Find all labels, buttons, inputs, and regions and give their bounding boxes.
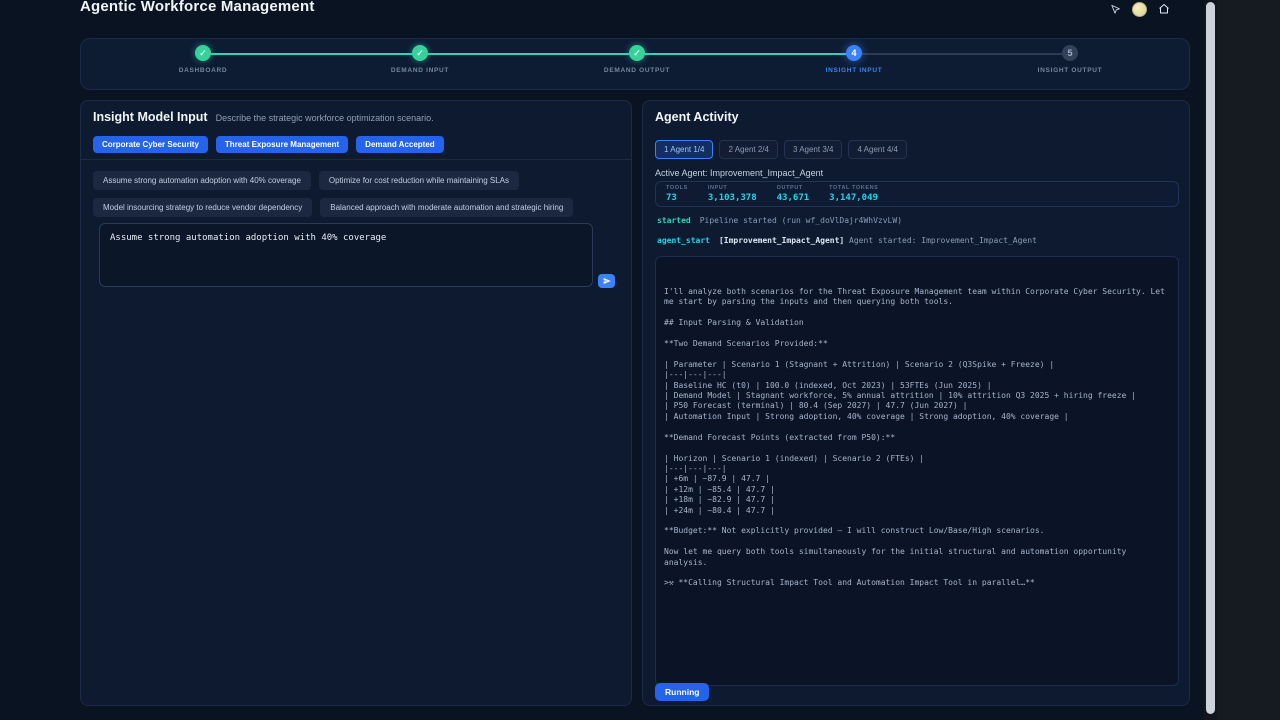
step-label: INSIGHT INPUT bbox=[825, 67, 883, 74]
step-check-icon: ✓ bbox=[629, 45, 645, 61]
tab-agent-3[interactable]: 3 Agent 3/4 bbox=[783, 140, 843, 159]
stat-label: TOOLS bbox=[666, 185, 688, 191]
page-title: Agentic Workforce Management bbox=[80, 0, 315, 15]
header-actions bbox=[1110, 0, 1170, 18]
event-type: agent_start bbox=[657, 236, 710, 245]
stepper-step-dashboard[interactable]: ✓ DASHBOARD bbox=[143, 45, 263, 75]
step-label: DEMAND INPUT bbox=[390, 67, 450, 74]
step-check-icon: ✓ bbox=[412, 45, 428, 61]
stat-total-tokens: TOTAL TOKENS 3,147,049 bbox=[829, 185, 878, 203]
scenario-input[interactable]: Assume strong automation adoption with 4… bbox=[99, 223, 593, 287]
step-check-icon: ✓ bbox=[195, 45, 211, 61]
suggestion-chip[interactable]: Model insourcing strategy to reduce vend… bbox=[93, 198, 313, 217]
stepper-progress-line bbox=[203, 53, 854, 55]
token-stats: TOOLS 73 INPUT 3,103,378 OUTPUT 43,671 T… bbox=[655, 181, 1179, 207]
home-icon[interactable] bbox=[1158, 3, 1170, 15]
event-agent-name: [Improvement_Impact_Agent] bbox=[718, 236, 845, 245]
suggestion-chip[interactable]: Balanced approach with moderate automati… bbox=[320, 198, 574, 217]
tab-agent-4[interactable]: 4 Agent 4/4 bbox=[848, 140, 907, 159]
stepper-step-insight-output[interactable]: 5 INSIGHT OUTPUT bbox=[1010, 45, 1130, 75]
suggestion-chip[interactable]: Assume strong automation adoption with 4… bbox=[93, 171, 311, 190]
scrollbar-thumb[interactable] bbox=[1206, 2, 1215, 714]
stepper-step-demand-input[interactable]: ✓ DEMAND INPUT bbox=[360, 45, 480, 75]
event-list: started Pipeline started (run wf_doVlDaj… bbox=[657, 216, 1177, 256]
pointer-icon[interactable] bbox=[1110, 4, 1121, 15]
context-pill-team[interactable]: Threat Exposure Management bbox=[215, 136, 349, 153]
panel-subtitle: Describe the strategic workforce optimiz… bbox=[215, 113, 434, 123]
stat-value: 3,147,049 bbox=[829, 193, 878, 203]
stat-output: OUTPUT 43,671 bbox=[777, 185, 810, 203]
agent-tabs: 1 Agent 1/4 2 Agent 2/4 3 Agent 3/4 4 Ag… bbox=[655, 140, 907, 159]
event-type: started bbox=[657, 216, 691, 225]
stat-value: 43,671 bbox=[776, 193, 810, 203]
status-badge-running: Running bbox=[655, 683, 710, 701]
step-label: DASHBOARD bbox=[178, 67, 228, 74]
insight-model-input-panel: Insight Model Input Describe the strateg… bbox=[80, 100, 632, 706]
desktop-margin bbox=[1217, 0, 1280, 720]
tab-agent-2[interactable]: 2 Agent 2/4 bbox=[719, 140, 778, 159]
step-label: INSIGHT OUTPUT bbox=[1037, 67, 1103, 74]
workflow-stepper: ✓ DASHBOARD ✓ DEMAND INPUT ✓ DEMAND OUTP… bbox=[80, 38, 1190, 90]
scrollbar[interactable] bbox=[1204, 0, 1217, 720]
event-message: Pipeline started (run wf_doVlDajr4WhVzvL… bbox=[699, 216, 903, 225]
stat-input: INPUT 3,103,378 bbox=[708, 185, 757, 203]
agent-log[interactable]: I'll analyze both scenarios for the Thre… bbox=[655, 256, 1179, 686]
step-number: 4 bbox=[846, 45, 862, 61]
stepper-step-demand-output[interactable]: ✓ DEMAND OUTPUT bbox=[577, 45, 697, 75]
divider bbox=[81, 159, 631, 160]
step-label: DEMAND OUTPUT bbox=[603, 67, 671, 74]
event-row: started Pipeline started (run wf_doVlDaj… bbox=[657, 216, 1177, 225]
step-number: 5 bbox=[1062, 45, 1078, 61]
tab-agent-1[interactable]: 1 Agent 1/4 bbox=[655, 140, 714, 159]
send-button[interactable] bbox=[598, 274, 615, 288]
active-agent-label: Active Agent: Improvement_Impact_Agent bbox=[655, 168, 824, 178]
avatar[interactable] bbox=[1132, 1, 1147, 17]
agent-log-text: I'll analyze both scenarios for the Thre… bbox=[664, 287, 1165, 588]
context-pill-demand-status[interactable]: Demand Accepted bbox=[356, 136, 444, 153]
context-pill-organization[interactable]: Corporate Cyber Security bbox=[93, 136, 208, 153]
panel-title: Agent Activity bbox=[655, 110, 739, 124]
stat-label: INPUT bbox=[707, 185, 728, 191]
context-pills: Corporate Cyber Security Threat Exposure… bbox=[93, 136, 444, 153]
stat-label: OUTPUT bbox=[776, 185, 803, 191]
event-row: agent_start [Improvement_Impact_Agent] A… bbox=[657, 236, 1177, 245]
stepper-step-insight-input[interactable]: 4 INSIGHT INPUT bbox=[794, 45, 914, 75]
panel-title: Insight Model Input bbox=[93, 110, 208, 124]
stat-label: TOTAL TOKENS bbox=[829, 185, 879, 191]
event-message: Agent started: Improvement_Impact_Agent bbox=[849, 236, 1037, 245]
suggestion-chip[interactable]: Optimize for cost reduction while mainta… bbox=[318, 171, 519, 190]
agent-activity-panel: Agent Activity 1 Agent 1/4 2 Agent 2/4 3… bbox=[642, 100, 1190, 706]
stat-value: 73 bbox=[666, 193, 677, 203]
stat-value: 3,103,378 bbox=[707, 193, 757, 203]
stat-tools: TOOLS 73 bbox=[666, 185, 688, 203]
panel-header: Insight Model Input Describe the strateg… bbox=[93, 110, 619, 124]
suggestion-chips: Assume strong automation adoption with 4… bbox=[93, 171, 619, 217]
